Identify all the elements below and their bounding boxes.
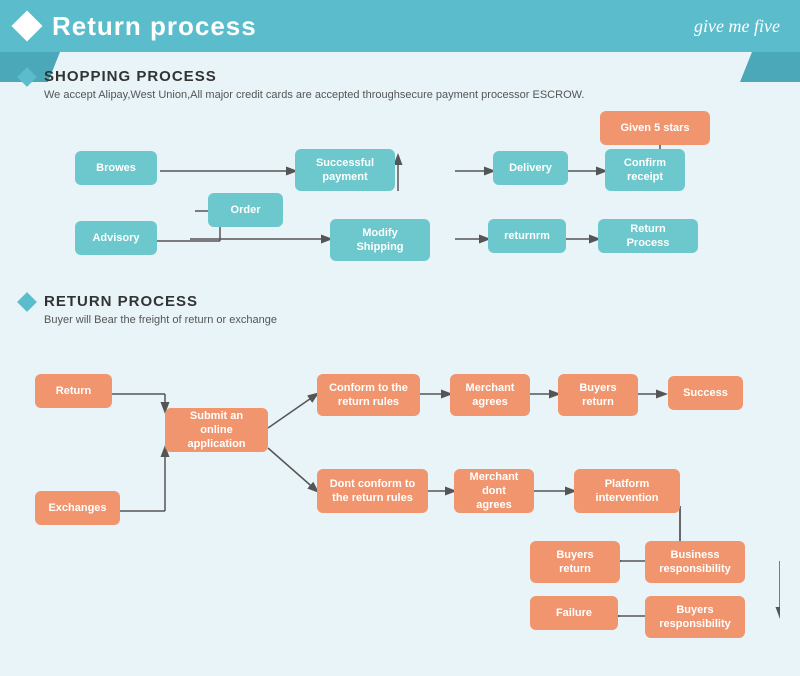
node-exchanges: Exchanges <box>35 491 120 525</box>
node-confirm-receipt: Confirm receipt <box>605 149 685 191</box>
node-merchant-dont: Merchant dont agrees <box>454 469 534 513</box>
node-failure: Failure <box>530 596 618 630</box>
node-merchant-agrees: Merchant agrees <box>450 374 530 416</box>
return-desc: Buyer will Bear the freight of return or… <box>44 314 780 326</box>
shopping-diamond <box>17 67 37 87</box>
node-submit-online: Submit an online application <box>165 408 268 452</box>
return-diamond <box>17 292 37 312</box>
header: Return process give me five <box>0 0 800 52</box>
node-returnrm: returnrm <box>488 219 566 253</box>
return-section-header: RETURN PROCESS <box>20 293 780 310</box>
node-delivery: Delivery <box>493 151 568 185</box>
node-buyers-return2: Buyers return <box>530 541 620 583</box>
return-title: RETURN PROCESS <box>44 293 198 310</box>
shopping-title: SHOPPING PROCESS <box>44 68 217 85</box>
brand-text: give me five <box>694 16 780 37</box>
shopping-desc: We accept Alipay,West Union,All major cr… <box>44 89 780 101</box>
node-success: Success <box>668 376 743 410</box>
return-flow: Return Exchanges Submit an online applic… <box>20 336 780 646</box>
node-conform-rules: Conform to the return rules <box>317 374 420 416</box>
node-business-resp: Business responsibility <box>645 541 745 583</box>
node-platform: Platform intervention <box>574 469 680 513</box>
node-order: Order <box>208 193 283 227</box>
shopping-section-header: SHOPPING PROCESS <box>20 68 780 85</box>
node-successful-payment: Successful payment <box>295 149 395 191</box>
node-advisory: Advisory <box>75 221 157 255</box>
node-modify-shipping: Modify Shipping <box>330 219 430 261</box>
node-buyers-resp: Buyers responsibility <box>645 596 745 638</box>
header-diamond <box>11 10 42 41</box>
node-buyers-return1: Buyers return <box>558 374 638 416</box>
node-given5stars: Given 5 stars <box>600 111 710 145</box>
node-return-process: Return Process <box>598 219 698 253</box>
page-title: Return process <box>52 11 257 42</box>
node-dont-conform: Dont conform to the return rules <box>317 469 428 513</box>
node-browes: Browes <box>75 151 157 185</box>
node-return: Return <box>35 374 112 408</box>
shopping-flow: Given 5 stars Successful payment Browes … <box>20 111 780 291</box>
